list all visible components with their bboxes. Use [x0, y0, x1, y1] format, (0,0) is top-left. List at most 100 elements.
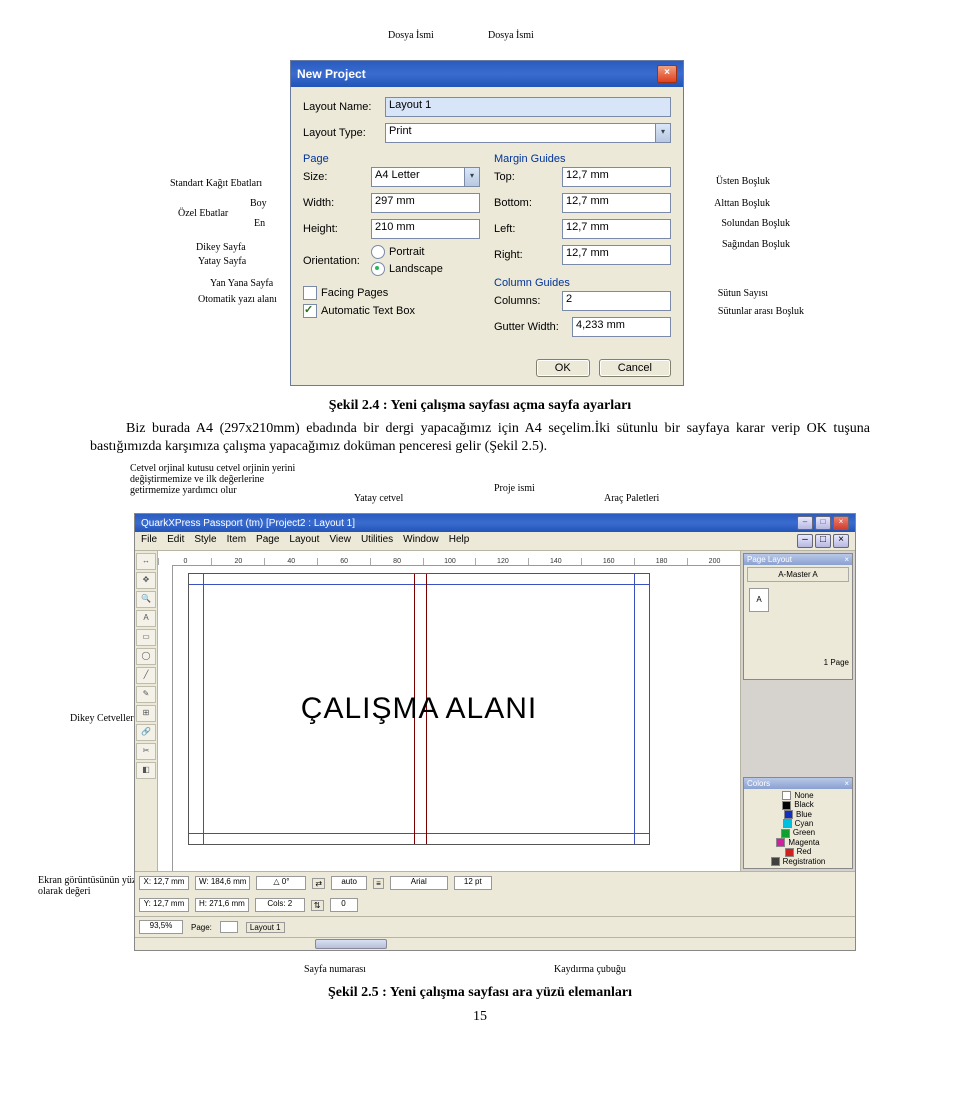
measure-y[interactable]: Y: 12,7 mm — [139, 898, 189, 912]
height-input[interactable]: 210 mm — [371, 219, 480, 239]
chevron-down-icon[interactable]: ▾ — [656, 123, 671, 143]
ruler-tick: 0 — [158, 558, 211, 565]
document-page[interactable]: ÇALIŞMA ALANI — [188, 573, 650, 845]
menu-window[interactable]: Window — [403, 534, 439, 548]
ruler-tick: 180 — [634, 558, 687, 565]
measurements-bar-2[interactable]: Y: 12,7 mm H: 271,6 mm Cols: 2 ⇅ 0 — [135, 894, 855, 916]
tool-item[interactable]: 🔗 — [136, 724, 156, 741]
facing-pages-check[interactable] — [303, 286, 317, 300]
measure-zero[interactable]: 0 — [330, 898, 358, 912]
measure-size[interactable]: 12 pt — [454, 876, 492, 890]
maximize-icon[interactable]: □ — [815, 516, 831, 530]
palettes-column: Page Layout× A-Master A A 1 Page Colors×… — [741, 551, 855, 871]
measure-w[interactable]: W: 184,6 mm — [195, 876, 250, 890]
menu-utilities[interactable]: Utilities — [361, 534, 393, 548]
palette-close-icon[interactable]: × — [844, 779, 849, 788]
size-select[interactable]: A4 Letter — [371, 167, 465, 187]
layout-type-select[interactable]: Print — [385, 123, 656, 143]
tool-item[interactable]: ✂ — [136, 743, 156, 760]
columns-input[interactable]: 2 — [562, 291, 671, 311]
minimize-icon[interactable]: – — [797, 516, 813, 530]
gutter-input[interactable]: 4,233 mm — [572, 317, 671, 337]
page-nav-icon[interactable] — [220, 921, 238, 933]
color-swatch-row[interactable]: Cyan — [747, 819, 849, 828]
horizontal-scrollbar[interactable] — [135, 937, 855, 950]
top-input[interactable]: 12,7 mm — [562, 167, 671, 187]
auto-text-box-check[interactable] — [303, 304, 317, 318]
flip-v-icon[interactable]: ⇅ — [311, 900, 324, 911]
left-input[interactable]: 12,7 mm — [562, 219, 671, 239]
tool-item[interactable]: ◯ — [136, 648, 156, 665]
menu-layout[interactable]: Layout — [289, 534, 319, 548]
tool-item[interactable]: ▭ — [136, 629, 156, 646]
ann-sutunsay: Sütun Sayısı — [718, 288, 768, 299]
color-swatch-row[interactable]: Red — [747, 847, 849, 856]
page-layout-palette[interactable]: Page Layout× A-Master A A 1 Page — [743, 553, 853, 680]
ok-button[interactable]: OK — [536, 359, 590, 377]
ruler-horizontal[interactable]: 0 20 40 60 80 100 120 140 160 180 200 — [158, 551, 740, 566]
ann-arac-paletleri: Araç Paletleri — [604, 493, 659, 504]
colors-palette[interactable]: Colors× NoneBlackBlueCyanGreenMagentaRed… — [743, 777, 853, 869]
measurements-bar[interactable]: X: 12,7 mm W: 184,6 mm △ 0° ⇄ auto ≡ Ari… — [135, 871, 855, 894]
facing-pages-label: Facing Pages — [321, 287, 388, 299]
tool-item[interactable]: ╱ — [136, 667, 156, 684]
tool-item[interactable]: ⊞ — [136, 705, 156, 722]
palette-close-icon[interactable]: × — [844, 555, 849, 564]
page-thumb[interactable]: A — [749, 588, 769, 612]
canvas-area[interactable]: 0 20 40 60 80 100 120 140 160 180 200 — [158, 551, 741, 871]
portrait-radio[interactable] — [371, 245, 385, 259]
doc-maximize-icon[interactable]: □ — [815, 534, 831, 548]
color-swatch-row[interactable]: None — [747, 791, 849, 800]
palette-title: Page Layout — [747, 555, 792, 564]
bottom-input[interactable]: 12,7 mm — [562, 193, 671, 213]
align-icon[interactable]: ≡ — [373, 878, 384, 889]
scrollbar-thumb[interactable] — [315, 939, 387, 949]
measure-h[interactable]: H: 271,6 mm — [195, 898, 249, 912]
dialog-titlebar[interactable]: New Project × — [291, 61, 683, 87]
measure-auto[interactable]: auto — [331, 876, 367, 890]
cancel-button[interactable]: Cancel — [599, 359, 671, 377]
measure-cols[interactable]: Cols: 2 — [255, 898, 305, 912]
ruler-tick: 120 — [475, 558, 528, 565]
left-label: Left: — [494, 223, 562, 235]
caption-2-5: Şekil 2.5 : Yeni çalışma sayfası ara yüz… — [90, 985, 870, 1001]
tool-item[interactable]: ◧ — [136, 762, 156, 779]
menubar[interactable]: File Edit Style Item Page Layout View Ut… — [135, 532, 855, 551]
chevron-down-icon[interactable]: ▾ — [465, 167, 480, 187]
menu-view[interactable]: View — [329, 534, 351, 548]
measure-angle[interactable]: △ 0° — [256, 876, 306, 890]
doc-minimize-icon[interactable]: – — [797, 534, 813, 548]
doc-close-icon[interactable]: × — [833, 534, 849, 548]
color-swatch-row[interactable]: Magenta — [747, 838, 849, 847]
close-icon[interactable]: × — [657, 65, 677, 83]
ruler-vertical[interactable] — [158, 565, 173, 871]
zoom-field[interactable]: 93,5% — [139, 920, 183, 934]
tool-item[interactable]: ✥ — [136, 572, 156, 589]
menu-file[interactable]: File — [141, 534, 157, 548]
app-titlebar[interactable]: QuarkXPress Passport (tm) [Project2 : La… — [135, 514, 855, 532]
close-icon[interactable]: × — [833, 516, 849, 530]
flip-icon[interactable]: ⇄ — [312, 878, 325, 889]
layout-tab[interactable]: Layout 1 — [246, 922, 285, 933]
measure-x[interactable]: X: 12,7 mm — [139, 876, 189, 890]
tool-item[interactable]: ↔ — [136, 553, 156, 570]
width-input[interactable]: 297 mm — [371, 193, 480, 213]
tool-item[interactable]: A — [136, 610, 156, 627]
right-input[interactable]: 12,7 mm — [562, 245, 671, 265]
color-swatch-row[interactable]: Green — [747, 828, 849, 837]
menu-item[interactable]: Item — [227, 534, 246, 548]
measure-font[interactable]: Arial — [390, 876, 448, 890]
tool-item[interactable]: 🔍 — [136, 591, 156, 608]
menu-edit[interactable]: Edit — [167, 534, 184, 548]
color-swatch-row[interactable]: Black — [747, 800, 849, 809]
menu-style[interactable]: Style — [194, 534, 216, 548]
tool-item[interactable]: ✎ — [136, 686, 156, 703]
menu-help[interactable]: Help — [449, 534, 470, 548]
master-item[interactable]: A-Master A — [747, 567, 849, 582]
menu-page[interactable]: Page — [256, 534, 279, 548]
layout-name-input[interactable]: Layout 1 — [385, 97, 671, 117]
color-swatch-row[interactable]: Registration — [747, 857, 849, 866]
ann-ozel: Özel Ebatlar — [178, 208, 228, 219]
landscape-radio[interactable] — [371, 262, 385, 276]
color-swatch-row[interactable]: Blue — [747, 810, 849, 819]
